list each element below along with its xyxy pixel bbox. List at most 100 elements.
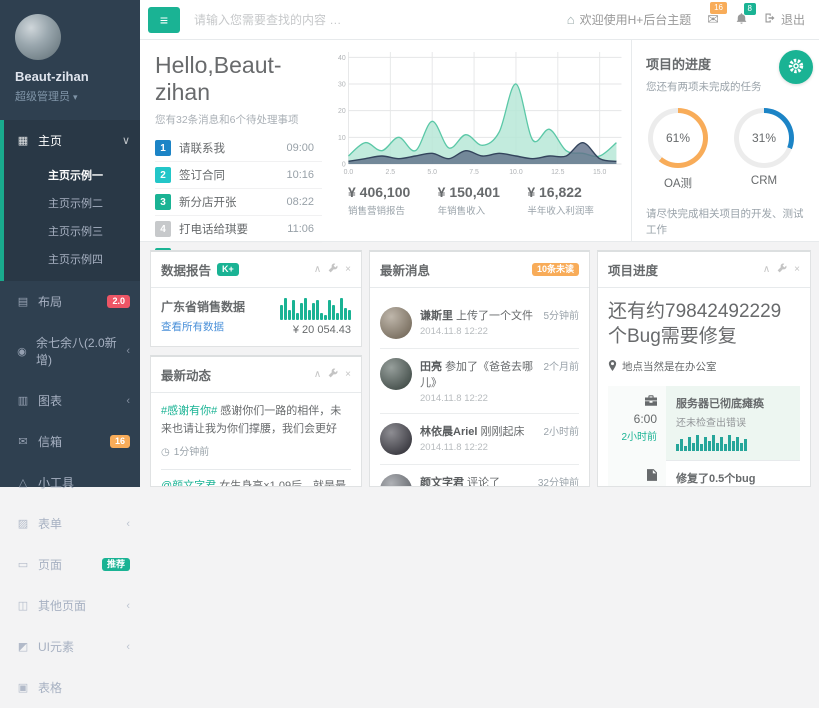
sidebar-item-页面[interactable]: ▭页面推荐: [0, 544, 140, 585]
message-author: 颜文字君: [420, 477, 464, 486]
stat-item: ¥ 16,822半年收入利润率: [527, 184, 617, 217]
avatar[interactable]: [15, 14, 61, 60]
wrench-icon[interactable]: [328, 263, 338, 276]
user-role-dropdown[interactable]: 超级管理员▾: [15, 88, 130, 104]
sidebar-subitem[interactable]: 主页示例二: [4, 189, 140, 217]
collapse-icon[interactable]: ∧: [314, 370, 321, 380]
navbar-right: ⌂ 欢迎使用H+后台主题 ✉ 16 8 退出: [567, 11, 805, 28]
map-pin-icon: [608, 360, 617, 374]
collapse-icon[interactable]: ∧: [314, 265, 321, 275]
top-navbar: ≡ ⌂ 欢迎使用H+后台主题 ✉ 16 8 退出: [140, 0, 819, 40]
avatar: [380, 358, 412, 390]
page-title: Hello,Beaut-zihan: [155, 52, 322, 106]
donut-percent: 61%: [648, 108, 708, 168]
todo-item[interactable]: 2签订合同10:16: [155, 162, 322, 189]
avatar: [380, 474, 412, 486]
sidebar-item-其他页面[interactable]: ◫其他页面‹: [0, 585, 140, 626]
sidebar-item-label: 表格: [38, 679, 62, 696]
search-input[interactable]: [192, 12, 555, 28]
hello-subtitle: 您有32条消息和6个待处理事项: [155, 112, 322, 127]
bar-chart-icon: ▥: [16, 394, 30, 407]
todo-item[interactable]: 3新分店开张08:22: [155, 189, 322, 216]
message-item[interactable]: 颜文字君 评论了2014.11.8 12:22【九部令人拍案叫绝的惊悚悬疑剧情佳…: [380, 465, 579, 486]
sidebar-item-表格[interactable]: ▣表格: [0, 667, 140, 708]
panel-tools: ∧ ×: [763, 263, 800, 276]
message-main: 林依晨Ariel 刚刚起床2014.11.8 12:22: [420, 423, 535, 455]
wrench-icon[interactable]: [777, 263, 787, 276]
sidebar-subitem[interactable]: 主页示例一: [4, 161, 140, 189]
sidebar-item-布局[interactable]: ▤布局2.0: [0, 281, 140, 322]
message-item[interactable]: 林依晨Ariel 刚刚起床2014.11.8 12:222小时前: [380, 414, 579, 465]
timeline-title: 服务器已彻底瘫痪: [676, 395, 790, 411]
timeline-ago: 2小时前: [608, 428, 657, 443]
sidebar-item-UI元素[interactable]: ◩UI元素‹: [0, 626, 140, 667]
message-author: 林依晨Ariel: [420, 426, 477, 438]
sign-out-icon: [764, 12, 776, 27]
left-panel-column: 数据报告 K+ ∧ × 广东省销售数据 查看所有数据: [150, 250, 362, 487]
todo-text: 签订合同: [179, 167, 225, 183]
close-icon[interactable]: ×: [794, 265, 800, 275]
bug-progress-body: 还有约79842492229个Bug需要修复 地点当然是在办公室 6:002小时…: [598, 288, 810, 486]
svg-text:15.0: 15.0: [593, 167, 606, 176]
message-item[interactable]: 谦斯里 上传了一个文件2014.11.8 12:225分钟前: [380, 298, 579, 349]
message-author: 谦斯里: [420, 310, 453, 322]
data-report-header: 数据报告 K+ ∧ ×: [151, 252, 361, 288]
message-item[interactable]: 田亮 参加了《爸爸去哪儿》2014.11.8 12:222个月前: [380, 349, 579, 414]
sidebar-item-label: 页面: [38, 556, 62, 573]
line-series-1: [348, 84, 616, 157]
message-main: 田亮 参加了《爸爸去哪儿》2014.11.8 12:22: [420, 358, 535, 404]
right-panel-column: 项目进度 ∧ × 还有约79842492229个Bug需要修复 地点当然是在办公…: [597, 250, 811, 487]
close-icon[interactable]: ×: [345, 265, 351, 275]
divider: [161, 469, 351, 470]
svg-text:5.0: 5.0: [427, 167, 437, 176]
message-date: 2014.11.8 12:22: [420, 442, 535, 453]
messages-button[interactable]: ✉ 16: [707, 11, 719, 28]
post-tag-link[interactable]: @颜文字君: [161, 480, 216, 486]
sidebar-item-余七余八(2.0新增)[interactable]: ◉余七余八(2.0新增)‹: [0, 322, 140, 380]
post-tag-link[interactable]: #感谢有你#: [161, 405, 217, 417]
project-progress-subtitle: 您还有两项未完成的任务: [646, 79, 805, 94]
sidebar-item-图表[interactable]: ▥图表‹: [0, 380, 140, 421]
sidebar-item-label: 余七余八(2.0新增): [36, 334, 118, 368]
sidebar-item-信箱[interactable]: ✉信箱16: [0, 421, 140, 462]
svg-text:40: 40: [338, 53, 346, 62]
todo-item[interactable]: 4打电话给琪要11:06: [155, 216, 322, 243]
svg-text:7.5: 7.5: [469, 167, 479, 176]
flask-icon: △: [16, 476, 30, 489]
todo-number-badge: 2: [155, 167, 171, 183]
todo-item[interactable]: 1请联系我09:00: [155, 135, 322, 162]
wrench-icon[interactable]: [328, 368, 338, 381]
timeline-item: 6:002小时前服务器已彻底瘫痪还未检查出错误: [608, 386, 800, 460]
sidebar-toggle-button[interactable]: ≡: [148, 7, 180, 33]
stat-label: 年销售收入: [438, 203, 528, 217]
notifications-button[interactable]: 8: [735, 12, 748, 28]
sidebar-item-表单[interactable]: ▨表单‹: [0, 503, 140, 544]
user-profile: Beaut-zihan 超级管理员▾: [0, 0, 140, 112]
donut-chart: 31%CRM: [734, 108, 794, 191]
chevron-left-icon: ‹: [126, 395, 130, 407]
logout-button[interactable]: 退出: [764, 11, 805, 28]
view-all-data-link[interactable]: 查看所有数据: [161, 319, 245, 334]
sidebar-subitem[interactable]: 主页示例三: [4, 217, 140, 245]
timeline-meta: 6:002小时前: [608, 386, 666, 460]
project-progress-column: 项目的进度 您还有两项未完成的任务 61%OA测31%CRM 请尽快完成相关项目…: [631, 40, 819, 241]
sidebar-item-label: 小工具: [38, 474, 74, 491]
welcome-link[interactable]: ⌂ 欢迎使用H+后台主题: [567, 11, 692, 28]
collapse-icon[interactable]: ∧: [763, 265, 770, 275]
close-icon[interactable]: ×: [345, 370, 351, 380]
sidebar-item-主页[interactable]: ▦主页∨: [0, 120, 140, 161]
message-line: 颜文字君 评论了: [420, 474, 530, 486]
bug-progress-panel: 项目进度 ∧ × 还有约79842492229个Bug需要修复 地点当然是在办公…: [597, 250, 811, 487]
settings-button[interactable]: [779, 50, 813, 84]
stat-item: ¥ 150,401年销售收入: [438, 184, 528, 217]
message-time: 2小时前: [543, 423, 579, 455]
timeline-content: 服务器已彻底瘫痪还未检查出错误: [666, 386, 800, 460]
clock-icon: ◷: [161, 445, 170, 461]
sidebar-subitem[interactable]: 主页示例四: [4, 245, 140, 273]
svg-text:12.5: 12.5: [551, 167, 564, 176]
svg-text:0.0: 0.0: [344, 167, 354, 176]
ui-icon: ◩: [16, 640, 30, 653]
sidebar-item-小工具[interactable]: △ 小工具: [0, 462, 140, 503]
donut-chart: 61%OA测: [648, 108, 708, 191]
message-line: 谦斯里 上传了一个文件: [420, 307, 535, 323]
